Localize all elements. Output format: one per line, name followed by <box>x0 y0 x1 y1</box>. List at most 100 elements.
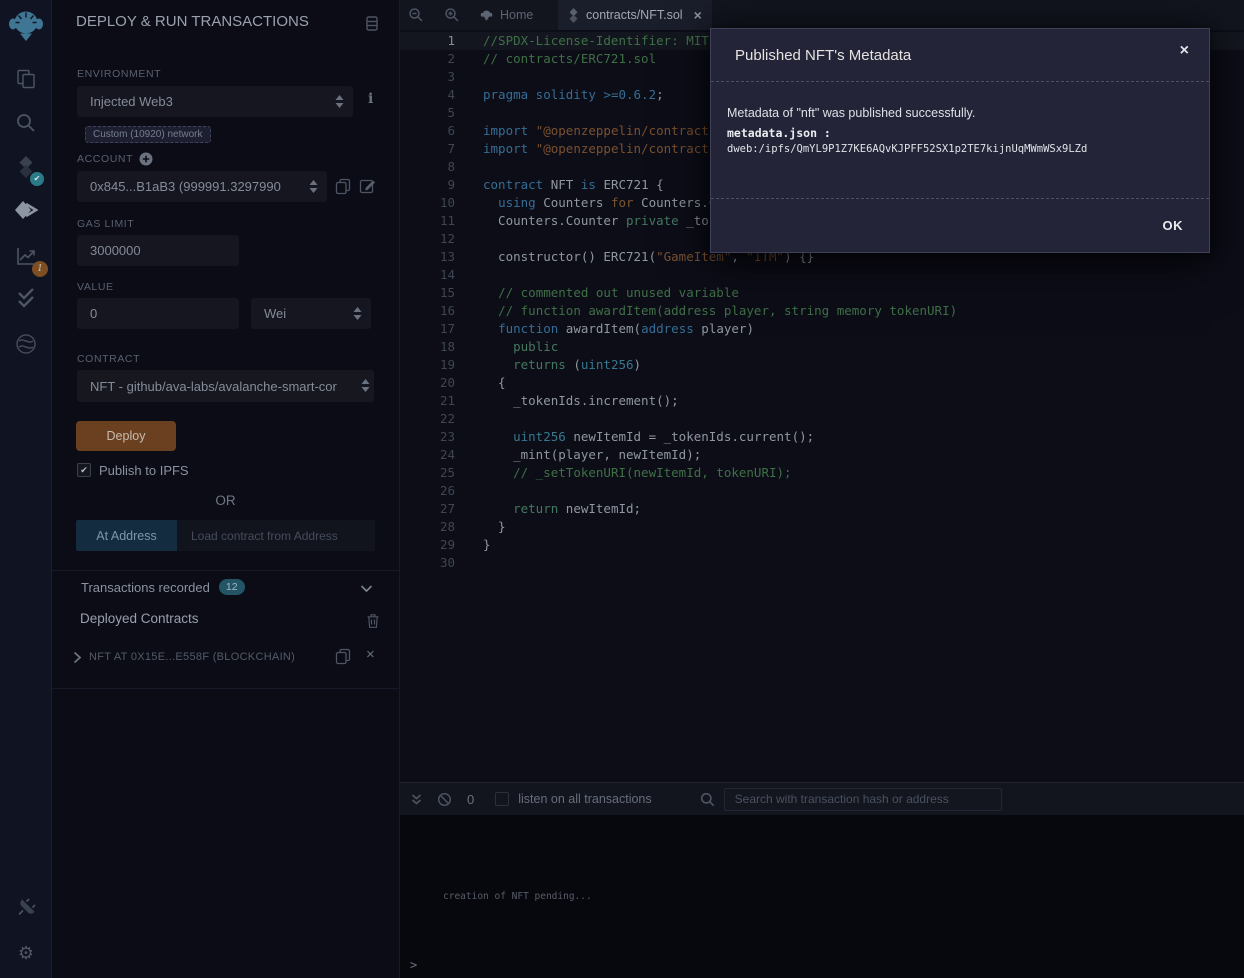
modal-message: Metadata of "nft" was published successf… <box>727 106 1193 120</box>
add-account-icon[interactable] <box>139 152 153 166</box>
publish-ipfs-checkbox[interactable]: ✔ <box>77 463 91 477</box>
pending-tx-count: 0 <box>467 792 474 807</box>
deploy-run-icon[interactable] <box>0 196 52 226</box>
solidity-compiler-icon[interactable]: ✔ <box>0 152 52 182</box>
terminal-search-input[interactable] <box>724 788 1002 811</box>
code-line[interactable]: 19 returns (uint256) <box>400 356 1244 374</box>
tab-nft-sol[interactable]: contracts/NFT.sol × <box>558 0 712 30</box>
modal-footer: OK <box>711 198 1209 252</box>
listen-transactions-label: listen on all transactions <box>518 792 651 806</box>
transactions-recorded-label: Transactions recorded <box>81 580 210 595</box>
solidity-file-icon <box>568 8 579 23</box>
editor-tabbar: Home contracts/NFT.sol × <box>400 0 1244 30</box>
transactions-count-badge: 12 <box>219 579 245 595</box>
terminal-prompt: > <box>410 958 417 972</box>
modal-header: Published NFT's Metadata × <box>711 29 1209 82</box>
trash-icon[interactable] <box>366 613 380 629</box>
analytics-icon[interactable]: 1 <box>0 241 52 271</box>
network-badge: Custom (10920) network <box>85 126 211 143</box>
plugin-swirl-icon[interactable] <box>0 329 52 359</box>
environment-label: ENVIRONMENT <box>77 68 161 80</box>
code-line[interactable]: 16 // function awardItem(address player,… <box>400 302 1244 320</box>
copy-contract-icon[interactable] <box>335 648 351 665</box>
code-line[interactable]: 30 <box>400 554 1244 572</box>
value-input[interactable]: 0 <box>77 298 239 329</box>
select-arrows-icon <box>353 307 362 320</box>
file-explorer-icon[interactable] <box>0 64 52 94</box>
value-unit-select[interactable]: Wei <box>251 298 371 329</box>
plugin-icon-bar: ✔ 1 ⚙ <box>0 0 52 978</box>
settings-gear-icon[interactable]: ⚙ <box>0 938 52 968</box>
remix-home-icon <box>480 9 493 22</box>
terminal-output[interactable]: creation of NFT pending... > <box>400 815 1244 978</box>
publish-ipfs-label: Publish to IPFS <box>99 463 189 478</box>
close-tab-icon[interactable]: × <box>694 7 702 23</box>
tab-home[interactable]: Home <box>470 0 543 30</box>
edit-account-icon[interactable] <box>359 177 376 194</box>
compiler-success-badge: ✔ <box>30 172 44 186</box>
select-arrows-icon <box>361 379 370 392</box>
code-line[interactable]: 26 <box>400 482 1244 500</box>
code-line[interactable]: 20 { <box>400 374 1244 392</box>
search-icon[interactable] <box>0 108 52 138</box>
expand-contract-icon[interactable] <box>73 651 82 664</box>
clear-console-icon[interactable] <box>437 792 452 807</box>
deployed-contract-item[interactable]: NFT AT 0X15E...E558F (BLOCKCHAIN) <box>89 651 295 663</box>
contract-select[interactable]: NFT - github/ava-labs/avalanche-smart-co… <box>77 370 374 402</box>
account-label: ACCOUNT <box>77 153 133 165</box>
code-line[interactable]: 28 } <box>400 518 1244 536</box>
code-line[interactable]: 21 _tokenIds.increment(); <box>400 392 1244 410</box>
select-arrows-icon <box>309 180 318 193</box>
panel-title: DEPLOY & RUN TRANSACTIONS <box>76 13 309 30</box>
modal-body: Metadata of "nft" was published successf… <box>711 82 1209 155</box>
deployed-contracts-label: Deployed Contracts <box>80 611 199 626</box>
copy-account-icon[interactable] <box>335 178 351 195</box>
code-line[interactable]: 27 return newItemId; <box>400 500 1244 518</box>
listen-transactions-checkbox[interactable] <box>495 792 509 806</box>
docs-book-icon[interactable] <box>364 15 380 32</box>
code-line[interactable]: 23 uint256 newItemId = _tokenIds.current… <box>400 428 1244 446</box>
remove-contract-icon[interactable]: × <box>366 646 375 663</box>
account-select[interactable]: 0x845...B1aB3 (999991.3297990 <box>77 171 327 202</box>
terminal: 0 listen on all transactions creation of… <box>400 782 1244 978</box>
remix-logo-icon[interactable] <box>0 7 52 45</box>
code-line[interactable]: 25 // _setTokenURI(newItemId, tokenURI); <box>400 464 1244 482</box>
or-divider: OR <box>52 493 399 508</box>
terminal-search-icon <box>700 792 715 807</box>
terminal-toolbar: 0 listen on all transactions <box>400 783 1244 815</box>
code-line[interactable]: 14 <box>400 266 1244 284</box>
at-address-input[interactable]: Load contract from Address <box>177 520 375 551</box>
environment-info-icon[interactable]: i <box>368 91 373 107</box>
expand-terminal-icon[interactable] <box>410 793 423 806</box>
chevron-down-icon[interactable] <box>360 584 373 593</box>
metadata-file-label: metadata.json : <box>727 126 1193 140</box>
code-line[interactable]: 24 _mint(player, newItemId); <box>400 446 1244 464</box>
main-area: Home contracts/NFT.sol × 1//SPDX-License… <box>400 0 1244 978</box>
code-line[interactable]: 18 public <box>400 338 1244 356</box>
analytics-count-badge: 1 <box>32 261 48 277</box>
code-line[interactable]: 29} <box>400 536 1244 554</box>
published-metadata-modal: Published NFT's Metadata × Metadata of "… <box>710 28 1210 253</box>
zoom-out-icon[interactable] <box>408 7 424 23</box>
modal-ok-button[interactable]: OK <box>1163 218 1184 233</box>
code-line[interactable]: 22 <box>400 410 1244 428</box>
at-address-button[interactable]: At Address <box>76 520 177 551</box>
ipfs-link[interactable]: dweb:/ipfs/QmYL9P1Z7KE6AQvKJPFF52SX1p2TE… <box>727 143 1193 155</box>
zoom-in-icon[interactable] <box>444 7 460 23</box>
code-line[interactable]: 15 // commented out unused variable <box>400 284 1244 302</box>
deploy-button[interactable]: Deploy <box>76 421 176 451</box>
contract-label: CONTRACT <box>77 353 140 365</box>
environment-select[interactable]: Injected Web3 <box>77 86 353 117</box>
deploy-run-panel: DEPLOY & RUN TRANSACTIONS ENVIRONMENT In… <box>52 0 400 978</box>
transactions-recorded-row[interactable]: Transactions recorded 12 <box>81 579 245 595</box>
modal-close-icon[interactable]: × <box>1180 42 1189 60</box>
modal-title: Published NFT's Metadata <box>735 47 911 64</box>
code-line[interactable]: 17 function awardItem(address player) <box>400 320 1244 338</box>
value-label: VALUE <box>77 281 114 293</box>
unit-testing-icon[interactable] <box>0 283 52 313</box>
plugin-manager-icon[interactable] <box>0 893 52 923</box>
gas-limit-label: GAS LIMIT <box>77 218 134 230</box>
terminal-log-line: creation of NFT pending... <box>443 891 592 902</box>
select-arrows-icon <box>335 95 344 108</box>
gas-limit-input[interactable]: 3000000 <box>77 235 239 266</box>
